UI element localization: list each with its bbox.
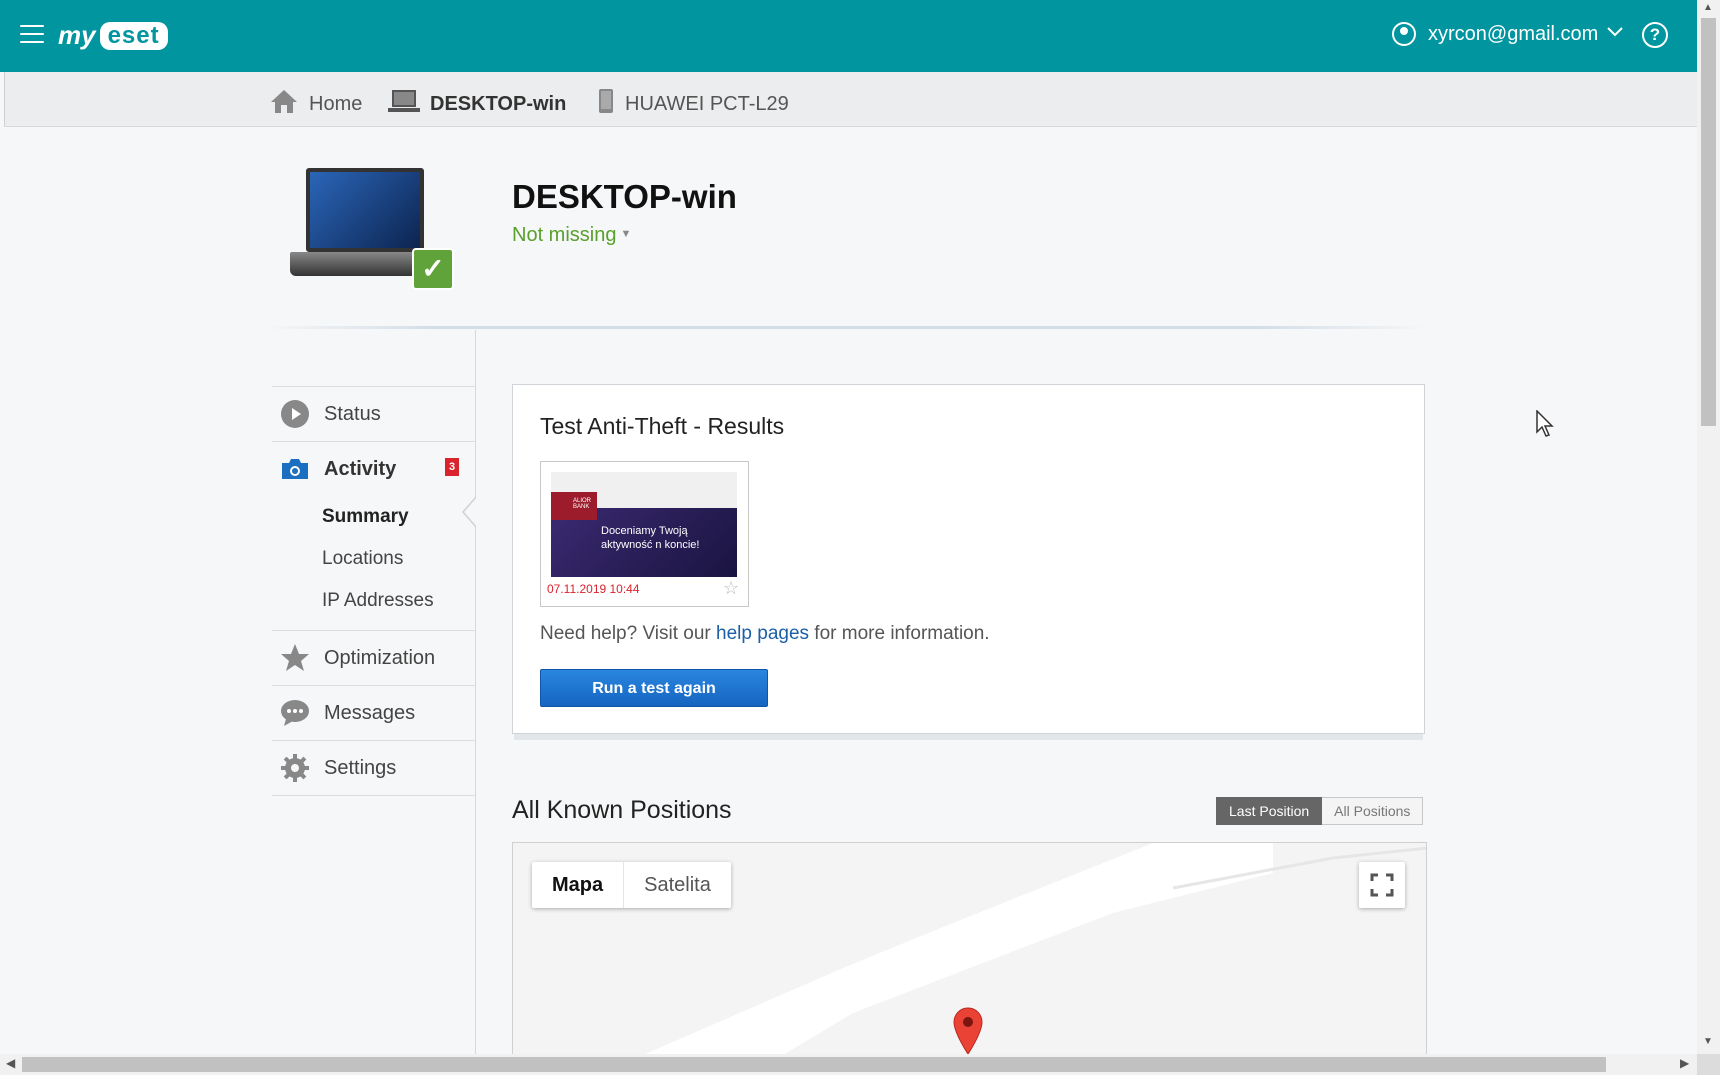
- vertical-scrollbar[interactable]: ▲ ▼: [1697, 0, 1720, 1054]
- run-test-button[interactable]: Run a test again: [540, 669, 768, 707]
- phone-icon: [597, 88, 615, 120]
- breadcrumb: Home DESKTOP-win HUAWEI PCT-L29: [4, 72, 1698, 127]
- user-menu[interactable]: xyrcon@gmail.com: [1392, 22, 1624, 46]
- activity-subnav: Summary Locations IP Addresses: [272, 496, 475, 622]
- page-title: DESKTOP-win: [512, 178, 737, 215]
- camera-icon: [280, 454, 310, 484]
- scroll-up-icon[interactable]: ▲: [1703, 2, 1713, 13]
- mouse-cursor-icon: [1536, 409, 1556, 443]
- fullscreen-icon[interactable]: [1359, 862, 1405, 908]
- subnav-locations[interactable]: Locations: [272, 538, 475, 580]
- horizontal-scrollbar[interactable]: ◀ ▶: [0, 1054, 1697, 1075]
- star-icon: [280, 643, 310, 673]
- subnav-ip-addresses[interactable]: IP Addresses: [272, 580, 475, 622]
- laptop-icon: [388, 88, 420, 120]
- my-eset-logo[interactable]: my eset: [58, 20, 168, 51]
- user-icon: [1392, 22, 1416, 46]
- map-type-satellite[interactable]: Satelita: [624, 862, 731, 908]
- screenshot-date: 07.11.2019 10:44: [547, 582, 640, 596]
- results-title: Test Anti-Theft - Results: [540, 413, 785, 439]
- active-pointer: [462, 496, 477, 528]
- scroll-left-icon[interactable]: ◀: [6, 1056, 15, 1070]
- vertical-scroll-thumb[interactable]: [1701, 18, 1716, 426]
- subnav-summary[interactable]: Summary: [272, 496, 475, 538]
- sidebar-item-status[interactable]: Status: [272, 386, 475, 441]
- activity-badge: 3: [445, 458, 459, 476]
- laptop-screen: [306, 168, 424, 252]
- help-text: Need help? Visit our help pages for more…: [540, 623, 990, 644]
- caret-down-icon: ▼: [620, 228, 632, 240]
- sidebar-item-settings[interactable]: Settings: [272, 740, 475, 796]
- sidebar-item-messages[interactable]: Messages: [272, 685, 475, 740]
- screenshot-image: ALIOR BANK Doceniamy Twoją aktywność n k…: [551, 472, 737, 577]
- sidebar-item-optimization[interactable]: Optimization: [272, 630, 475, 685]
- header-separator: [262, 326, 1430, 329]
- breadcrumb-phone[interactable]: HUAWEI PCT-L29: [597, 88, 789, 120]
- breadcrumb-desktop[interactable]: DESKTOP-win: [388, 88, 566, 120]
- screenshot-banner-text: Doceniamy Twoją aktywność n koncie!: [601, 525, 700, 551]
- sidebar-divider: [475, 330, 476, 1054]
- map-type-map[interactable]: Mapa: [532, 862, 625, 908]
- scroll-right-icon[interactable]: ▶: [1680, 1056, 1689, 1070]
- map[interactable]: Mapa Satelita: [512, 842, 1427, 1054]
- help-icon[interactable]: ?: [1642, 22, 1668, 48]
- menu-icon[interactable]: [20, 25, 44, 45]
- check-icon: ✓: [412, 248, 454, 290]
- user-email: xyrcon@gmail.com: [1428, 22, 1599, 45]
- help-pages-link[interactable]: help pages: [716, 623, 809, 644]
- sidebar: Status Activity 3 Summary Locations IP A…: [272, 386, 475, 796]
- map-type-control: Mapa Satelita: [532, 862, 731, 908]
- sidebar-item-activity[interactable]: Activity 3: [272, 441, 475, 496]
- positions-title: All Known Positions: [512, 796, 732, 824]
- scroll-down-icon[interactable]: ▼: [1703, 1036, 1713, 1047]
- breadcrumb-home[interactable]: Home: [269, 88, 362, 120]
- position-toggle: Last Position All Positions: [1216, 797, 1424, 825]
- horizontal-scroll-thumb[interactable]: [22, 1057, 1606, 1072]
- gear-icon: [280, 753, 310, 783]
- alior-logo: ALIOR BANK: [551, 492, 597, 520]
- all-positions-button[interactable]: All Positions: [1322, 797, 1424, 825]
- favorite-star-icon[interactable]: ☆: [723, 578, 739, 599]
- play-icon: [280, 399, 310, 429]
- chat-icon: [280, 698, 310, 728]
- last-position-button[interactable]: Last Position: [1216, 797, 1323, 825]
- scrollbar-corner: [1697, 1054, 1720, 1075]
- home-icon: [269, 88, 299, 120]
- screenshot-thumbnail[interactable]: ALIOR BANK Doceniamy Twoją aktywność n k…: [540, 461, 749, 607]
- top-bar: my eset xyrcon@gmail.com ?: [0, 0, 1697, 72]
- device-status-dropdown[interactable]: Not missing ▼: [512, 224, 631, 247]
- chevron-down-icon: [1606, 25, 1624, 43]
- results-card: Test Anti-Theft - Results ALIOR BANK Doc…: [512, 384, 1425, 734]
